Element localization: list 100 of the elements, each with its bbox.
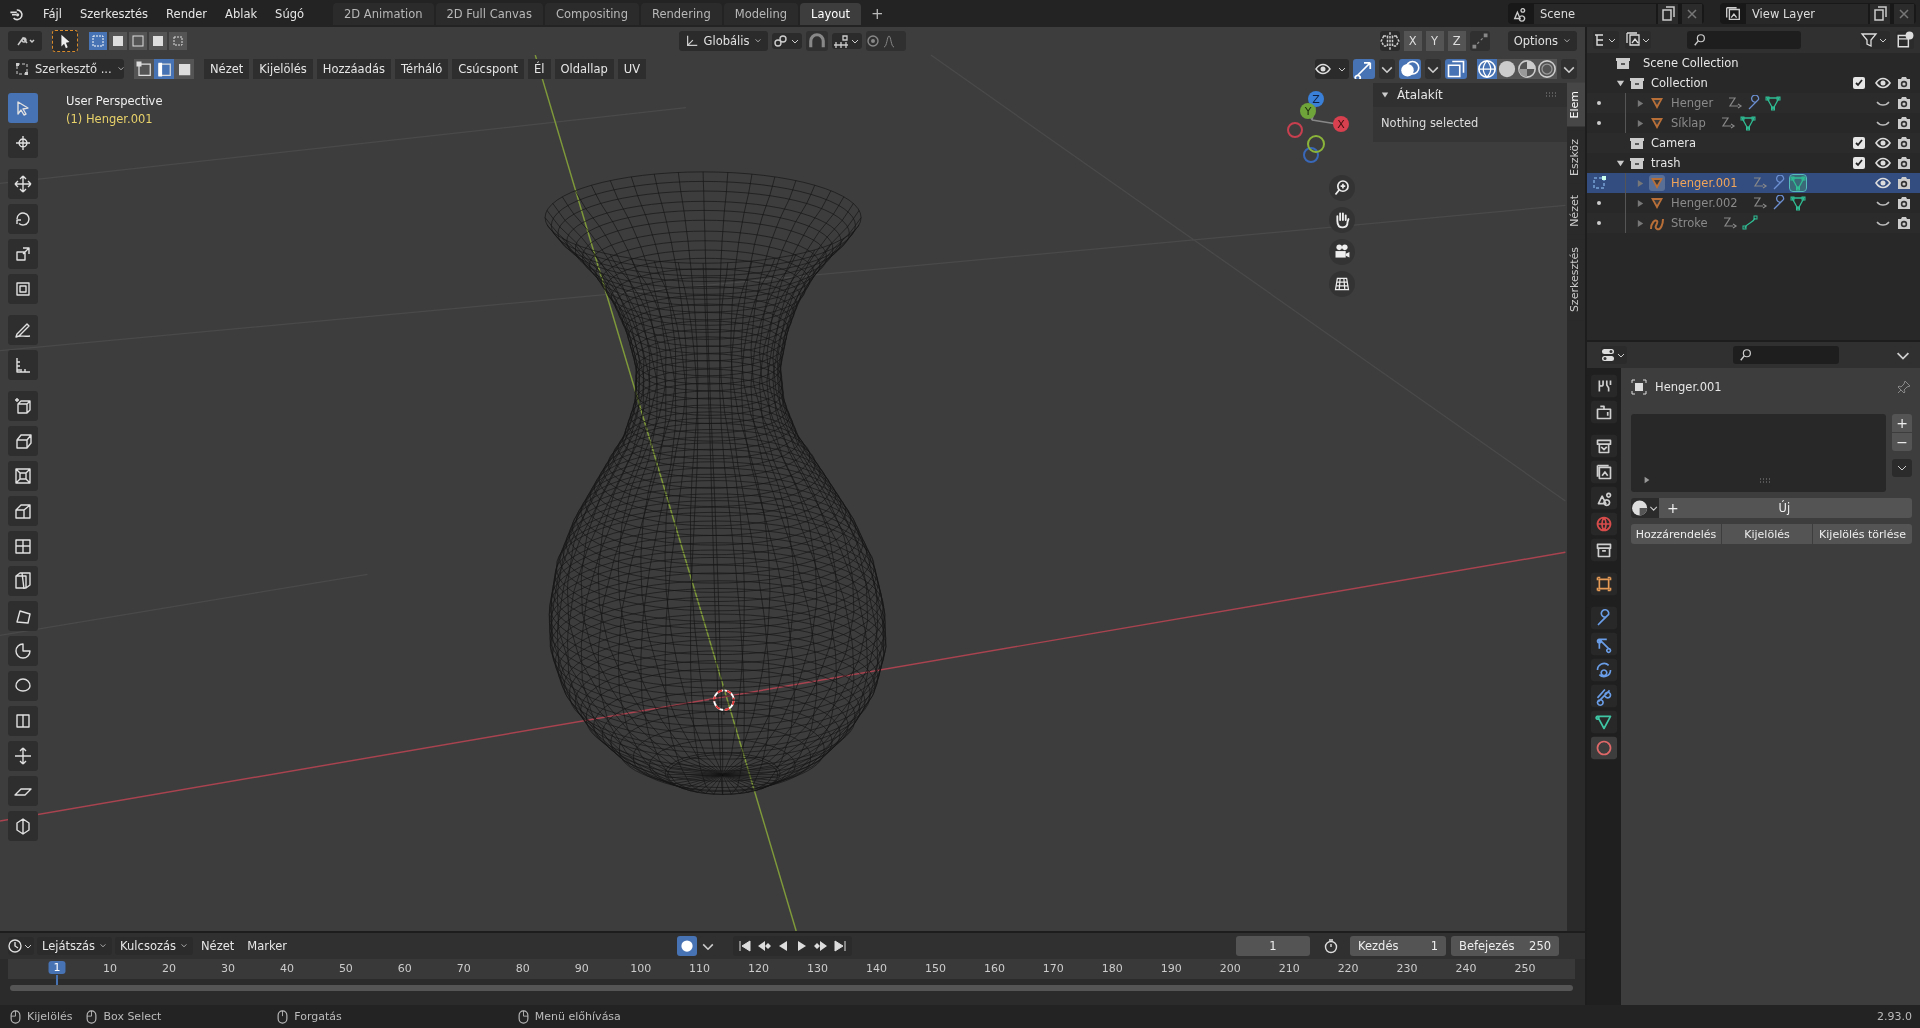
rip-icon[interactable] — [8, 811, 38, 841]
camera-render-icon[interactable] — [1896, 215, 1912, 231]
camera-render-icon[interactable] — [1896, 135, 1912, 151]
view-layer-field[interactable]: View Layer — [1746, 3, 1868, 24]
collapse-icon[interactable] — [1615, 78, 1625, 88]
mode-dropdown[interactable]: Szerkesztő ... — [8, 59, 124, 79]
loop-cut-icon[interactable] — [8, 531, 38, 561]
material-browse-icon[interactable] — [1631, 498, 1659, 518]
gizmo-arrow-icon[interactable] — [1353, 59, 1375, 79]
mirror-axis-button[interactable]: X — [1403, 31, 1422, 51]
tree-item-label[interactable]: Henger.002 — [1671, 196, 1738, 210]
zoom-icon[interactable] — [1329, 175, 1355, 201]
pin-icon[interactable] — [1896, 379, 1912, 395]
menu-item[interactable]: Nézet — [196, 937, 240, 955]
collection-icon[interactable] — [1591, 538, 1617, 562]
orbit-icon[interactable] — [1591, 658, 1617, 682]
camera-render-icon[interactable] — [1896, 175, 1912, 191]
display-mode-icon[interactable] — [1625, 31, 1651, 49]
options-dropdown[interactable]: Options — [1507, 31, 1577, 51]
object-icon[interactable] — [1591, 572, 1617, 596]
stopwatch-icon[interactable] — [1323, 938, 1339, 954]
action-button[interactable]: Kijelölés — [1722, 524, 1812, 544]
mirror-axis-button[interactable]: Y — [1425, 31, 1444, 51]
tree-item-label[interactable]: Collection — [1651, 76, 1708, 90]
panel-header[interactable]: Átalakít — [1381, 88, 1443, 102]
mesh-data-icon[interactable] — [1789, 195, 1806, 211]
jump-end-icon[interactable] — [831, 938, 848, 954]
tree-item-label[interactable]: Stroke — [1671, 216, 1708, 230]
menu-item[interactable]: UV — [617, 59, 647, 79]
edge-select-icon[interactable] — [154, 59, 174, 79]
bevel-icon[interactable] — [8, 496, 38, 526]
start-frame-field[interactable]: Kezdés 1 — [1350, 936, 1446, 956]
expand-icon[interactable] — [1635, 118, 1645, 128]
tree-item-label[interactable]: Henger.001 — [1671, 176, 1738, 190]
stroke-data-icon[interactable] — [1741, 215, 1758, 231]
menu-item[interactable]: Marker — [242, 937, 293, 955]
inset-icon[interactable] — [8, 461, 38, 491]
workspace-tab[interactable]: 2D Animation — [333, 2, 434, 25]
workspace-tab[interactable]: Compositing — [544, 2, 639, 25]
shear-icon[interactable] — [8, 776, 38, 806]
magnet-icon[interactable] — [806, 31, 829, 51]
jump-start-icon[interactable] — [736, 938, 753, 954]
mesh-data-icon[interactable] — [1765, 95, 1782, 111]
remove-slot-button[interactable]: − — [1892, 433, 1912, 451]
copy-icon[interactable] — [1658, 3, 1678, 24]
wrench-icon[interactable] — [1591, 606, 1617, 630]
workspace-tab[interactable]: Layout — [800, 2, 862, 25]
end-frame-field[interactable]: Befejezés 250 — [1451, 936, 1559, 956]
scale-icon[interactable] — [8, 239, 38, 269]
material-shading-icon[interactable] — [1517, 59, 1537, 79]
tree-item-label[interactable]: Henger — [1671, 96, 1714, 110]
wireframe-shading-icon[interactable] — [1477, 59, 1497, 79]
chevron-icon[interactable] — [1561, 59, 1577, 79]
eye-dropdown-icon[interactable] — [1315, 59, 1349, 79]
checkbox[interactable] — [1853, 157, 1865, 169]
mirror-axis-button[interactable]: Z — [1447, 31, 1466, 51]
menu-item[interactable]: Render — [157, 3, 217, 24]
checkbox[interactable] — [1853, 137, 1865, 149]
menu-item[interactable]: Oldallap — [554, 59, 614, 79]
workspace-tab[interactable]: 2D Full Canvas — [435, 2, 543, 25]
menu-item[interactable]: Lejátszás — [37, 937, 113, 955]
pencil-icon[interactable] — [8, 315, 38, 345]
render-icon[interactable] — [1591, 400, 1617, 424]
overlay-icon[interactable] — [1399, 59, 1421, 79]
chevron-icon[interactable] — [1425, 59, 1441, 79]
select-tool-button[interactable] — [52, 30, 78, 52]
tools-icon[interactable] — [1591, 374, 1617, 398]
tree-item-label[interactable]: Síklap — [1671, 116, 1706, 130]
proportional-editing-icon[interactable] — [866, 31, 907, 51]
smooth-icon[interactable] — [8, 671, 38, 701]
menu-item[interactable]: Nézet — [204, 59, 250, 79]
next-keyframe-icon[interactable] — [812, 938, 829, 954]
poly-build-icon[interactable] — [8, 601, 38, 631]
properties-editor-icon[interactable] — [1601, 346, 1627, 364]
snap-target-icon[interactable] — [832, 33, 863, 49]
particles-icon[interactable] — [1591, 632, 1617, 656]
tree-item-label[interactable]: trash — [1651, 156, 1681, 170]
eye-icon[interactable] — [1875, 135, 1891, 151]
record-icon[interactable] — [676, 936, 697, 956]
filter-icon[interactable] — [1860, 31, 1890, 49]
camera-render-icon[interactable] — [1896, 155, 1912, 171]
sidebar-tab[interactable]: Elem — [1567, 83, 1585, 127]
camera-render-icon[interactable] — [1896, 95, 1912, 111]
move-icon[interactable] — [8, 169, 38, 199]
menu-item[interactable]: Térháló — [395, 59, 449, 79]
action-button[interactable]: Kijelölés törlése — [1813, 524, 1912, 544]
menu-item[interactable]: Csúcspont — [452, 59, 525, 79]
outliner-editor-icon[interactable] — [1593, 31, 1619, 49]
drag-handle-icon[interactable] — [1545, 92, 1559, 98]
collapse-icon[interactable] — [1615, 158, 1625, 168]
ruler-icon[interactable] — [8, 350, 38, 380]
clock-dropdown-icon[interactable] — [8, 937, 34, 955]
scene-icon[interactable] — [1591, 486, 1617, 510]
scrollbar[interactable] — [10, 985, 1573, 991]
workspace-tab[interactable]: Modeling — [723, 2, 798, 25]
face-select-icon[interactable] — [174, 59, 194, 79]
image-stack-icon[interactable] — [1591, 460, 1617, 484]
resize-handle-icon[interactable] — [1758, 478, 1773, 484]
tree-item-label[interactable]: Camera — [1651, 136, 1697, 150]
eye-icon[interactable] — [1875, 75, 1891, 91]
